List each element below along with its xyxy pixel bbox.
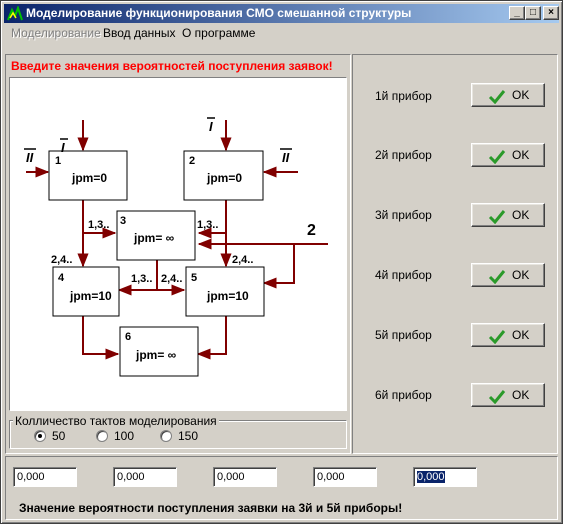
node-label-4: jpm=10 xyxy=(69,289,112,303)
checkmark-icon xyxy=(488,330,506,344)
input-label-ii-right: II xyxy=(282,150,290,165)
node-num-3: 3 xyxy=(120,215,126,227)
edge-label-right-24: 2,4.. xyxy=(232,254,253,266)
device-6-ok-button[interactable]: OK xyxy=(471,383,545,407)
device-label-1: 1й прибор xyxy=(375,89,432,103)
ok-label: OK xyxy=(512,208,530,222)
probability-field-2[interactable]: 0,000 xyxy=(113,467,177,487)
device-1-ok-button[interactable]: OK xyxy=(471,83,545,107)
probability-field-1[interactable]: 0,000 xyxy=(13,467,77,487)
input-label-two: 2 xyxy=(307,222,316,239)
node-num-4: 4 xyxy=(58,272,65,284)
app-window: Моделирование функционирования СМО смеша… xyxy=(0,0,563,524)
probability-field-4[interactable]: 0,000 xyxy=(313,467,377,487)
checkmark-icon xyxy=(488,390,506,404)
input-label-i-right: I xyxy=(209,119,213,134)
probability-field-5-text: 0,000 xyxy=(417,471,445,483)
window-title: Моделирование функционирования СМО смеша… xyxy=(26,6,412,20)
checkmark-icon xyxy=(488,150,506,164)
edge-label-right-13: 1,3.. xyxy=(197,219,218,231)
ok-label: OK xyxy=(512,148,530,162)
warning-text: Введите значения вероятностей поступлени… xyxy=(11,59,333,73)
close-button[interactable]: × xyxy=(543,6,559,20)
maximize-button[interactable]: □ xyxy=(525,6,541,20)
node-label-1: jpm=0 xyxy=(71,171,107,185)
probability-field-3[interactable]: 0,000 xyxy=(213,467,277,487)
queue-network-diagram: 1 jpm=0 2 jpm=0 3 jpm= ∞ 4 jpm=10 5 jpm=… xyxy=(9,77,347,411)
device-label-5: 5й прибор xyxy=(375,328,432,342)
node-num-1: 1 xyxy=(55,155,61,167)
title-bar[interactable]: Моделирование функционирования СМО смеша… xyxy=(4,4,559,23)
node-num-5: 5 xyxy=(191,272,197,284)
probability-field-4-text: 0,000 xyxy=(317,471,345,483)
arrow-5-to-6 xyxy=(196,316,227,360)
node-label-6: jpm= ∞ xyxy=(135,348,176,362)
edge-label-left-13: 1,3.. xyxy=(88,219,109,231)
input-label-i-left: I xyxy=(61,140,65,155)
ok-label: OK xyxy=(512,328,530,342)
probability-field-5[interactable]: 0,000 xyxy=(413,467,477,487)
checkmark-icon xyxy=(488,270,506,284)
menu-bar: Моделирование Ввод данных О программе xyxy=(4,24,559,42)
device-label-6: 6й прибор xyxy=(375,388,432,402)
device-label-3: 3й прибор xyxy=(375,208,432,222)
radio-dot xyxy=(38,434,42,438)
radio-label: 100 xyxy=(114,429,135,443)
menu-modeling[interactable]: Моделирование xyxy=(11,26,101,40)
minimize-button[interactable]: _ xyxy=(509,6,525,20)
app-logo-icon xyxy=(7,6,23,21)
input-label-ii-left: II xyxy=(26,150,34,165)
ok-label: OK xyxy=(512,268,530,282)
ok-label: OK xyxy=(512,388,530,402)
edge-label-mid-13: 1,3.. xyxy=(131,273,152,285)
radio-circle[interactable] xyxy=(96,430,108,442)
radio-circle[interactable] xyxy=(34,430,46,442)
edge-label-mid-24: 2,4.. xyxy=(161,273,182,285)
arrow-4-to-6 xyxy=(82,316,120,360)
arrow-two-to-5 xyxy=(262,244,295,289)
node-num-2: 2 xyxy=(189,155,195,167)
node-label-2: jpm=0 xyxy=(206,171,242,185)
checkmark-icon xyxy=(488,90,506,104)
device-5-ok-button[interactable]: OK xyxy=(471,323,545,347)
radio-circle[interactable] xyxy=(160,430,172,442)
node-label-5: jpm=10 xyxy=(206,289,249,303)
status-message: Значение вероятности поступления заявки … xyxy=(19,501,403,515)
device-label-2: 2й прибор xyxy=(375,148,432,162)
device-label-4: 4й прибор xyxy=(375,268,432,282)
device-2-ok-button[interactable]: OK xyxy=(471,143,545,167)
menu-data-input[interactable]: Ввод данных xyxy=(103,26,176,40)
device-3-ok-button[interactable]: OK xyxy=(471,203,545,227)
radio-label: 50 xyxy=(52,429,66,443)
checkmark-icon xyxy=(488,210,506,224)
ok-label: OK xyxy=(512,88,530,102)
node-label-3: jpm= ∞ xyxy=(133,231,174,245)
menu-about[interactable]: О программе xyxy=(182,26,255,40)
node-num-6: 6 xyxy=(125,331,131,343)
radio-label: 150 xyxy=(178,429,199,443)
ticks-group-legend: Колличество тактов моделирования xyxy=(13,414,219,428)
edge-label-left-24: 2,4.. xyxy=(51,254,72,266)
device-4-ok-button[interactable]: OK xyxy=(471,263,545,287)
